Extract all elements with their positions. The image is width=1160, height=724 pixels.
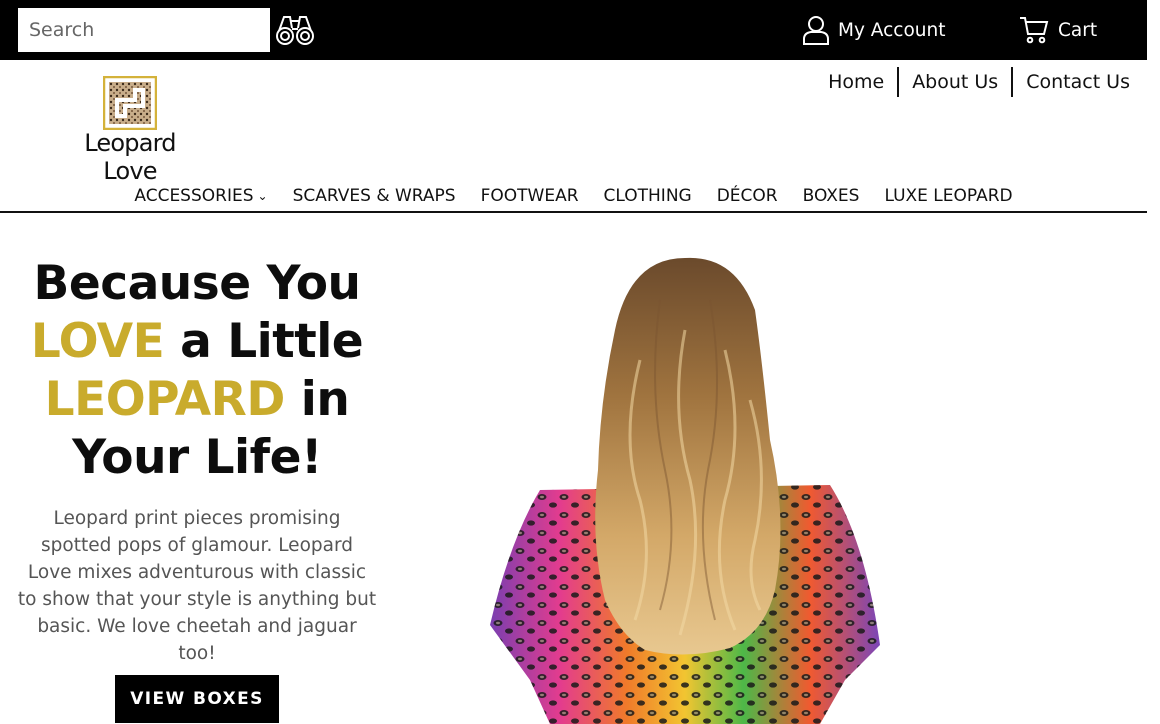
nav-about-us-link[interactable]: About Us: [897, 67, 1011, 97]
user-icon: [803, 16, 829, 45]
main-nav-accessories[interactable]: ACCESSORIES ⌄: [134, 183, 267, 211]
main-nav-accessories-label: ACCESSORIES: [134, 186, 254, 206]
nav-contact-us-link[interactable]: Contact Us: [1011, 67, 1130, 97]
main-nav-footwear[interactable]: FOOTWEAR: [481, 183, 579, 211]
main-nav-decor[interactable]: DÉCOR: [717, 183, 778, 211]
hero-description: Leopard print pieces promising spotted p…: [17, 508, 377, 664]
logo-wordmark: Leopard Love: [84, 129, 176, 185]
headline-line-4: Your Life!: [72, 430, 322, 485]
site-logo[interactable]: Leopard Love: [55, 76, 205, 185]
hero-headline: Because You LOVE a Little LEOPARD in You…: [12, 255, 382, 487]
my-account-link[interactable]: My Account: [802, 14, 946, 46]
headline-leopard-word: LEOPARD: [44, 372, 286, 427]
headline-line-3-rest: in: [284, 372, 350, 427]
cart-icon: [1020, 17, 1049, 44]
leopard-logo-mark: [103, 76, 157, 130]
headline-love-word: LOVE: [30, 314, 165, 369]
main-nav-luxe-leopard[interactable]: LUXE LEOPARD: [884, 183, 1012, 211]
main-nav-scarves-wraps[interactable]: SCARVES & WRAPS: [293, 183, 456, 211]
utility-nav: Home About Us Contact Us: [815, 67, 1130, 97]
my-account-label: My Account: [838, 19, 946, 41]
binoculars-icon[interactable]: [275, 12, 315, 48]
headline-line-1: Because You: [33, 256, 361, 311]
cart-link[interactable]: Cart: [1019, 14, 1097, 46]
main-nav: ACCESSORIES ⌄ SCARVES & WRAPS FOOTWEAR CL…: [0, 183, 1147, 211]
nav-home-link[interactable]: Home: [815, 67, 897, 97]
top-bar: My Account Cart: [0, 0, 1147, 60]
cart-label: Cart: [1058, 19, 1098, 41]
hero-copy: Because You LOVE a Little LEOPARD in You…: [12, 255, 382, 667]
search-input[interactable]: [18, 8, 270, 52]
main-nav-clothing[interactable]: CLOTHING: [604, 183, 692, 211]
main-nav-boxes[interactable]: BOXES: [803, 183, 860, 211]
header-divider: [0, 211, 1147, 213]
chevron-down-icon: ⌄: [257, 189, 268, 203]
hero-model-photo: [490, 257, 880, 724]
headline-line-2-rest: a Little: [164, 314, 364, 369]
view-boxes-button[interactable]: VIEW BOXES: [115, 675, 279, 723]
